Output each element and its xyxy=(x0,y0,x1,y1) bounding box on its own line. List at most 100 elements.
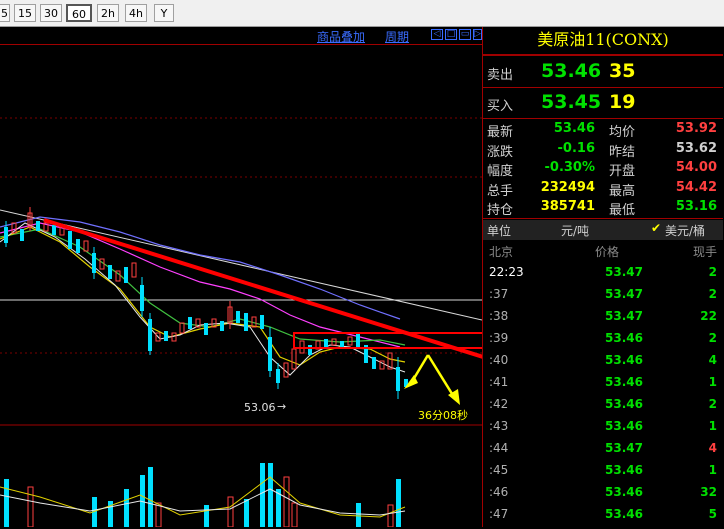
unit-option-yuan-per-ton[interactable]: 元/吨 xyxy=(561,222,589,239)
bid-label: 买入 xyxy=(487,99,514,114)
tick-time: :39 xyxy=(489,331,509,345)
tick-volume: 1 xyxy=(708,419,717,433)
ticks-vol-header: 现手 xyxy=(692,245,717,259)
tick-time: :41 xyxy=(489,375,509,389)
volume-bars xyxy=(4,463,401,527)
ask-row: 卖出 53.46 35 xyxy=(483,60,723,84)
period-2h-button[interactable]: 2h xyxy=(97,4,119,22)
stat-label: 涨跌 xyxy=(487,144,514,160)
tick-row: :37 53.47 2 xyxy=(483,287,723,309)
tick-time: 22:23 xyxy=(489,265,524,279)
tick-row: :42 53.46 2 xyxy=(483,397,723,419)
tick-row: :40 53.46 4 xyxy=(483,353,723,375)
tick-time: :44 xyxy=(489,441,509,455)
quote-panel: 美原油11(CONX) 卖出 53.46 35 买入 53.45 19 最新 53… xyxy=(482,27,724,527)
tick-price: 53.46 xyxy=(605,397,643,411)
stat-value: 53.46 xyxy=(553,121,595,136)
low-price-label: 53.06 xyxy=(244,401,276,414)
stats-row: 最新 53.46 均价 53.92 xyxy=(483,121,723,140)
tick-price: 53.46 xyxy=(605,507,643,521)
tick-price: 53.46 xyxy=(605,353,643,367)
stat-value: 385741 xyxy=(540,199,595,214)
tick-row: :38 53.47 22 xyxy=(483,309,723,331)
stat-value: 53.62 xyxy=(675,140,717,156)
tick-volume: 32 xyxy=(700,485,717,499)
trend-line-gray xyxy=(0,209,482,321)
stats-row: 涨跌 -0.16 昨结 53.62 xyxy=(483,141,723,160)
tick-time: :46 xyxy=(489,485,509,499)
ask-qty: 35 xyxy=(609,60,636,82)
tick-price: 53.46 xyxy=(605,419,643,433)
period-15m-button[interactable]: 15 xyxy=(14,4,36,22)
period-60m-button[interactable]: 60 xyxy=(66,4,92,22)
stat-label: 开盘 xyxy=(609,164,636,179)
tick-time: :43 xyxy=(489,419,509,433)
stat-value: 53.16 xyxy=(675,199,717,214)
period-year-button[interactable]: Y xyxy=(154,4,174,22)
candlesticks xyxy=(4,207,408,399)
stat-value: 54.42 xyxy=(675,179,717,195)
stat-value: 54.00 xyxy=(675,160,717,175)
stat-label: 总手 xyxy=(487,183,514,199)
stat-value: -0.16 xyxy=(557,140,595,156)
bid-qty: 19 xyxy=(609,91,636,113)
yellow-arrow-right xyxy=(426,354,456,398)
ticks-header: 北京 价格 现手 xyxy=(483,243,723,265)
stat-value: 232494 xyxy=(540,179,595,195)
tick-row: :45 53.46 1 xyxy=(483,463,723,485)
stat-label: 最新 xyxy=(487,125,514,140)
ask-price: 53.46 xyxy=(541,60,602,82)
bid-price: 53.45 xyxy=(541,91,602,113)
contract-title: 美原油11(CONX) xyxy=(537,30,669,49)
stat-label: 最低 xyxy=(609,203,636,218)
tick-row: 22:23 53.47 2 xyxy=(483,265,723,287)
low-price-arrow-icon: → xyxy=(277,400,287,413)
tick-volume: 5 xyxy=(708,507,717,521)
ma-line-yellow xyxy=(0,226,406,366)
tick-volume: 1 xyxy=(708,375,717,389)
tick-price: 53.46 xyxy=(605,375,643,389)
tick-row: :41 53.46 1 xyxy=(483,375,723,397)
ask-label: 卖出 xyxy=(487,68,514,83)
tick-row: :46 53.46 32 xyxy=(483,485,723,507)
chart-canvas xyxy=(0,117,482,527)
stat-label: 持仓 xyxy=(487,203,514,218)
tick-row: :43 53.46 1 xyxy=(483,419,723,441)
period-30m-button[interactable]: 30 xyxy=(40,4,62,22)
volume-ma-yellow xyxy=(0,476,406,518)
ticks-price-header: 价格 xyxy=(595,245,620,259)
tick-price: 53.46 xyxy=(605,463,643,477)
stat-label: 最高 xyxy=(609,183,636,199)
period-4h-button[interactable]: 4h xyxy=(125,4,147,22)
tick-price: 53.47 xyxy=(605,441,643,455)
unit-option-usd-per-barrel[interactable]: 美元/桶 xyxy=(665,222,705,239)
tick-volume: 22 xyxy=(700,309,717,323)
stat-label: 昨结 xyxy=(609,144,636,160)
tick-price: 53.46 xyxy=(605,331,643,345)
tick-volume: 2 xyxy=(708,397,717,411)
unit-selector-row: 单位 元/吨 ✔ 美元/桶 xyxy=(483,220,723,240)
tick-time: :38 xyxy=(489,309,509,323)
unit-label: 单位 xyxy=(487,224,512,238)
stat-label: 均价 xyxy=(609,125,636,140)
tick-row: :44 53.47 4 xyxy=(483,441,723,463)
tick-price: 53.47 xyxy=(605,309,643,323)
tick-volume: 2 xyxy=(708,287,717,301)
tick-price: 53.46 xyxy=(605,485,643,499)
tick-row: :47 53.46 5 xyxy=(483,507,723,529)
bid-row: 买入 53.45 19 xyxy=(483,91,723,115)
tick-time: :37 xyxy=(489,287,509,301)
tick-row: :39 53.46 2 xyxy=(483,331,723,353)
stat-value: 53.92 xyxy=(675,121,717,136)
tick-volume: 4 xyxy=(708,441,717,455)
ticks-time-header: 北京 xyxy=(489,245,514,259)
countdown-label: 36分08秒 xyxy=(418,409,468,422)
kline-chart[interactable]: 商品叠加 周期 ◁ □ ▭ ▷ 53.06 → 36分08秒 xyxy=(0,27,482,527)
period-5m-button[interactable]: 5 xyxy=(0,4,10,22)
stats-row: 幅度 -0.30% 开盘 54.00 xyxy=(483,160,723,179)
tick-time: :40 xyxy=(489,353,509,367)
tick-price: 53.47 xyxy=(605,265,643,279)
tick-volume: 2 xyxy=(708,331,717,345)
tick-time: :45 xyxy=(489,463,509,477)
check-icon: ✔ xyxy=(651,221,662,235)
